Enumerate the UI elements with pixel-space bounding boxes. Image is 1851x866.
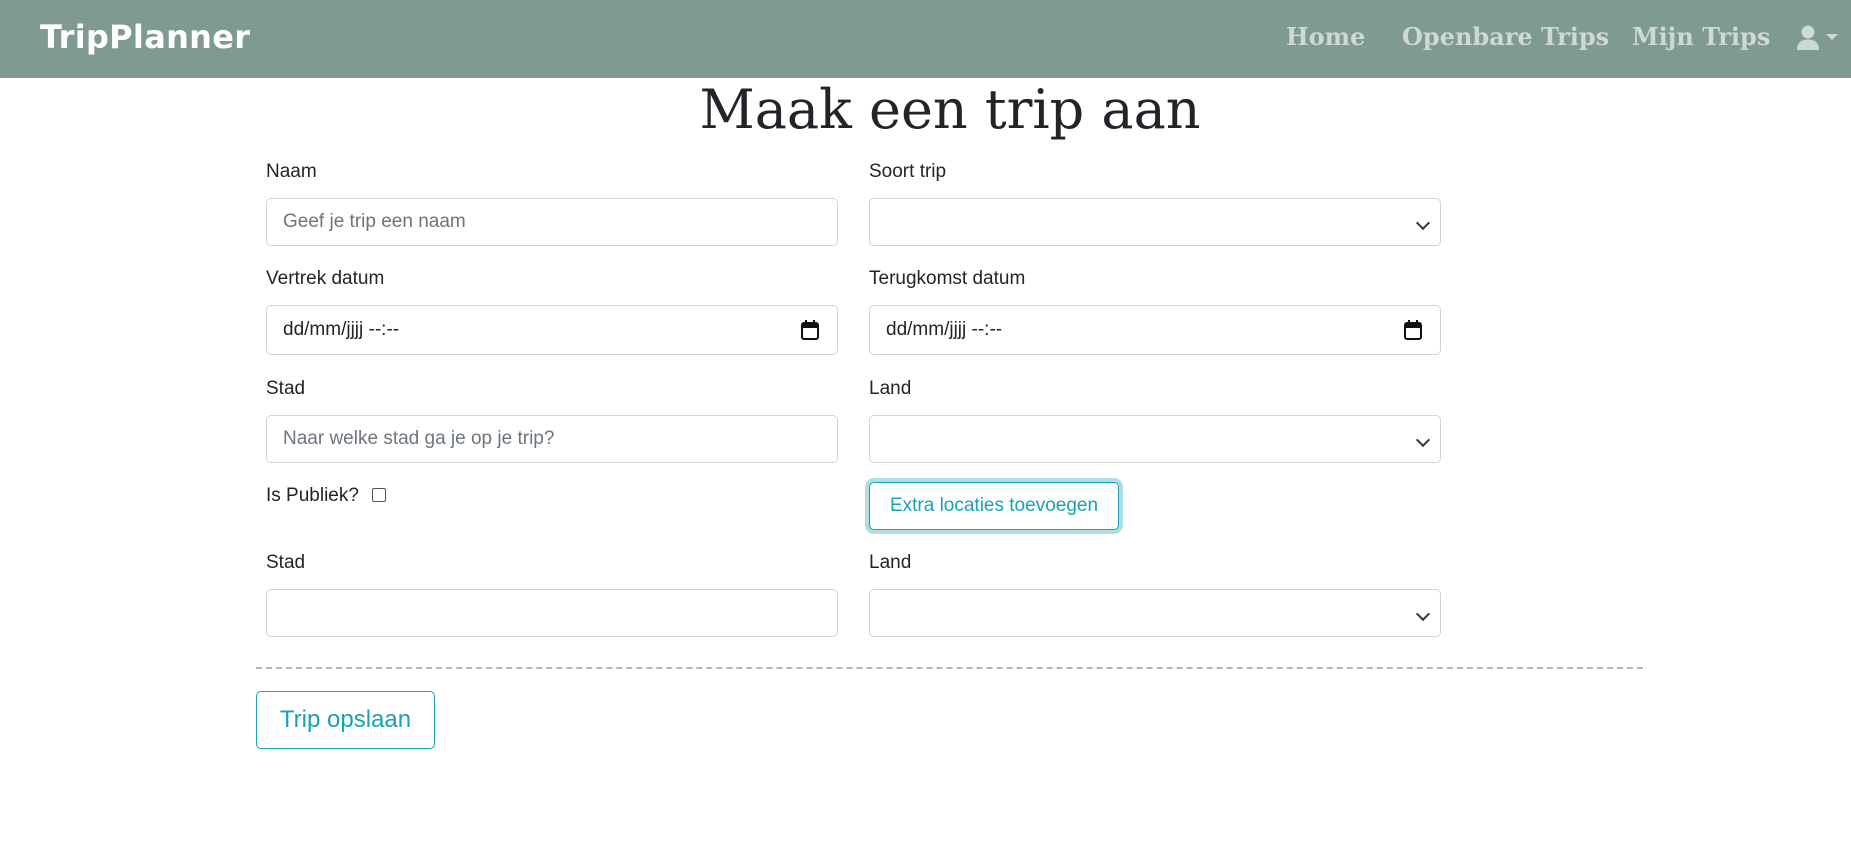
extra-country-select[interactable]: [869, 589, 1441, 637]
nav-link-home[interactable]: Home: [1286, 22, 1365, 51]
nav-link-my-trips[interactable]: Mijn Trips: [1632, 22, 1770, 51]
extra-city-label: Stad: [266, 552, 306, 573]
navbar: TripPlanner Home Openbare Trips Mijn Tri…: [0, 0, 1851, 78]
country-select[interactable]: [869, 415, 1441, 463]
is-public-label: Is Publiek?: [266, 485, 359, 506]
calendar-icon[interactable]: [1404, 320, 1422, 340]
departure-date-label: Vertrek datum: [266, 268, 385, 289]
user-menu-dropdown[interactable]: [1796, 25, 1838, 53]
add-extra-locations-button[interactable]: Extra locaties toevoegen: [869, 482, 1119, 530]
nav-link-public-trips[interactable]: Openbare Trips: [1402, 22, 1609, 51]
save-trip-button[interactable]: Trip opslaan: [256, 691, 435, 749]
departure-date-placeholder: dd/mm/jjjj --:--: [283, 319, 400, 340]
city-label: Stad: [266, 378, 306, 399]
return-date-input[interactable]: dd/mm/jjjj --:--: [869, 305, 1441, 355]
extra-city-input[interactable]: [266, 589, 838, 637]
chevron-down-icon: [1415, 432, 1431, 448]
brand-logo[interactable]: TripPlanner: [40, 18, 250, 56]
extra-country-label: Land: [869, 552, 912, 573]
city-input[interactable]: Naar welke stad ga je op je trip?: [266, 415, 838, 463]
chevron-down-icon: [1415, 606, 1431, 622]
chevron-down-icon: [1826, 34, 1838, 40]
name-input[interactable]: Geef je trip een naam: [266, 198, 838, 246]
user-icon: [1797, 25, 1819, 50]
name-label: Naam: [266, 161, 317, 182]
return-date-placeholder: dd/mm/jjjj --:--: [886, 319, 1003, 340]
chevron-down-icon: [1415, 215, 1431, 231]
country-label: Land: [869, 378, 912, 399]
trip-type-select[interactable]: [869, 198, 1441, 246]
trip-type-label: Soort trip: [869, 161, 947, 182]
return-date-label: Terugkomst datum: [869, 268, 1026, 289]
calendar-icon[interactable]: [801, 320, 819, 340]
is-public-checkbox[interactable]: [372, 488, 386, 502]
page-title: Maak een trip aan: [699, 78, 1201, 141]
form-divider: [256, 667, 1643, 669]
departure-date-input[interactable]: dd/mm/jjjj --:--: [266, 305, 838, 355]
